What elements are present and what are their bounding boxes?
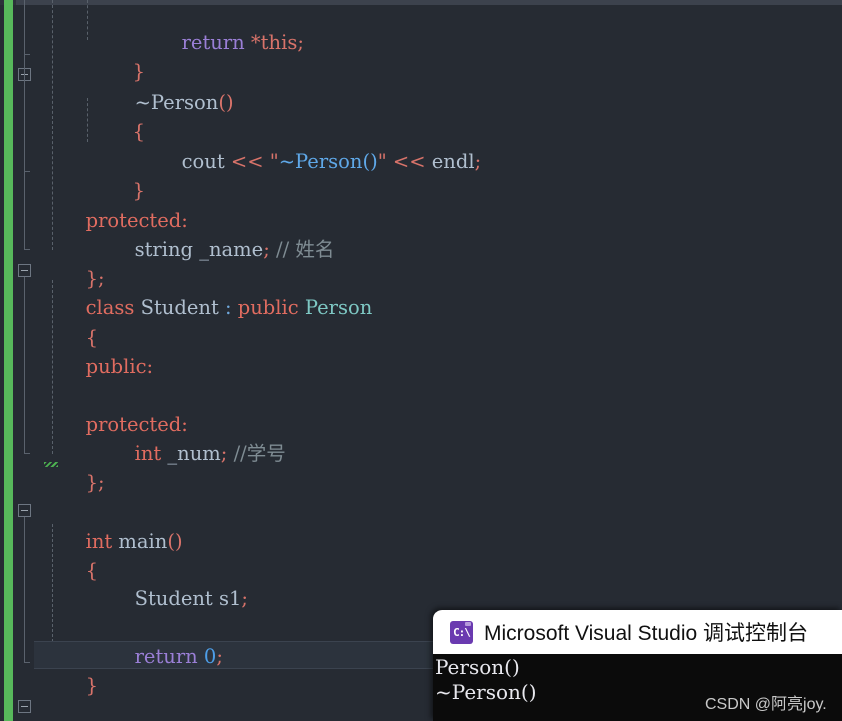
watermark: CSDN @阿亮joy.: [705, 696, 827, 713]
code-line[interactable]: }: [0, 28, 842, 83]
code-line[interactable]: ~Person(): [0, 59, 842, 114]
code-line[interactable]: string _name; // 姓名: [0, 206, 842, 261]
code-line[interactable]: };: [0, 439, 842, 494]
console-title-bar[interactable]: C:\ Microsoft Visual Studio 调试控制台: [433, 610, 842, 654]
code-line[interactable]: return *this;: [0, 0, 842, 54]
code-line-blank[interactable]: [0, 584, 842, 613]
code-line[interactable]: public:: [0, 323, 842, 378]
code-line[interactable]: protected:: [0, 177, 842, 232]
code-line[interactable]: int _num; //学号: [0, 410, 842, 465]
code-line[interactable]: cout << "~Person()" << endl;: [0, 118, 842, 173]
code-line[interactable]: {: [0, 294, 842, 349]
code-line[interactable]: }: [0, 147, 842, 202]
code-line[interactable]: protected:: [0, 381, 842, 436]
console-output-line: Person(): [435, 655, 520, 679]
code-line-blank[interactable]: [0, 352, 842, 381]
code-line[interactable]: };: [0, 235, 842, 290]
code-line[interactable]: Student s1;: [0, 555, 842, 610]
console-title-text: Microsoft Visual Studio 调试控制台: [484, 622, 809, 645]
code-line[interactable]: class Student : public Person: [0, 264, 842, 319]
code-line[interactable]: int main(): [0, 498, 842, 553]
console-cmd-icon: C:\: [450, 620, 473, 644]
console-icon-glyph: C:\: [453, 625, 471, 639]
code-line-blank[interactable]: [0, 468, 842, 497]
code-line[interactable]: {: [0, 527, 842, 582]
code-line[interactable]: {: [0, 88, 842, 143]
